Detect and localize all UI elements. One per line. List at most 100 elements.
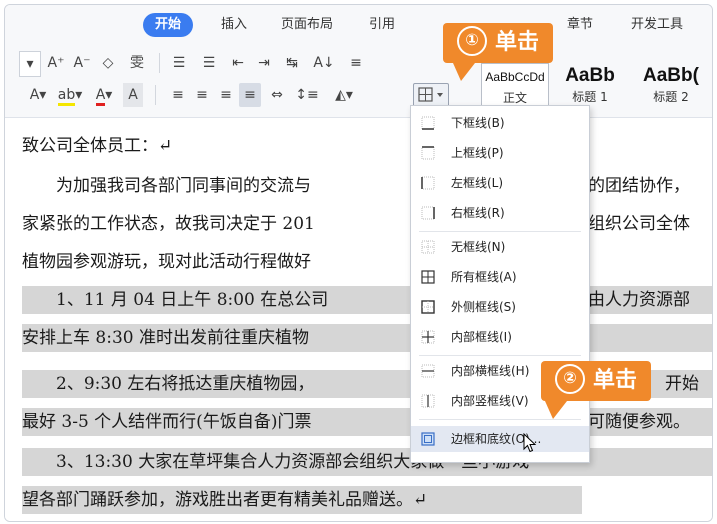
sort-icon[interactable]: A↓ bbox=[311, 51, 337, 75]
menu-item-label: 右框线(R) bbox=[451, 206, 505, 220]
shrink-font-icon[interactable]: A⁻ bbox=[71, 51, 93, 75]
menu-item-bottom-border[interactable]: 下框线(B) bbox=[411, 110, 589, 136]
pinyin-guide-icon[interactable]: 雯 bbox=[123, 51, 151, 75]
doc-line: 1、11 月 04 日上午 8:00 在总公司 bbox=[22, 290, 329, 310]
callout-step-1: ① 单击 bbox=[443, 23, 554, 63]
style-normal[interactable]: AaBbCcDd 正文 bbox=[481, 63, 549, 111]
menu-item-top-border[interactable]: 上框线(P) bbox=[411, 140, 589, 166]
font-size-dropdown[interactable]: ▾ bbox=[19, 51, 41, 77]
left-border-icon bbox=[421, 176, 435, 190]
right-border-icon bbox=[421, 206, 435, 220]
menu-item-label: 无框线(N) bbox=[451, 240, 506, 254]
step-number: ② bbox=[555, 364, 585, 394]
menu-item-borders-shading[interactable]: 边框和底纹(O)... bbox=[411, 426, 589, 452]
doc-line: 为加强我司各部门同事间的交流与 bbox=[22, 176, 311, 196]
align-right-icon[interactable]: ≡ bbox=[215, 83, 237, 107]
doc-line-fragment: 由人力资源部 bbox=[588, 290, 690, 310]
menu-item-label: 外侧框线(S) bbox=[451, 300, 516, 314]
align-left-icon[interactable]: ≡ bbox=[167, 83, 189, 107]
style-heading-1[interactable]: AaBb 标题 1 bbox=[555, 63, 625, 109]
outside-borders-icon bbox=[421, 300, 435, 314]
align-center-icon[interactable]: ≡ bbox=[191, 83, 213, 107]
distributed-icon[interactable]: ⇔ bbox=[265, 83, 289, 107]
paragraph-shading-icon[interactable]: ◭▾ bbox=[329, 83, 359, 107]
doc-line: 安排上车 8:30 准时出发前往重庆植物 bbox=[22, 328, 309, 348]
menu-divider bbox=[419, 231, 581, 232]
doc-line-fragment: 开始 bbox=[665, 374, 699, 394]
callout-step-2: ② 单击 bbox=[541, 361, 652, 401]
menu-item-label: 内部框线(I) bbox=[451, 330, 512, 344]
ribbon: 开始 插入 页面布局 引用 章节 开发工具 ▾ A⁺ A⁻ ◇ 雯 ☰ ☰ ⇤ … bbox=[5, 5, 712, 118]
top-border-icon bbox=[421, 146, 435, 160]
doc-line: 致公司全体员工：↵ bbox=[22, 136, 173, 156]
borders-dropdown-button[interactable] bbox=[413, 83, 449, 107]
menu-item-label: 上框线(P) bbox=[451, 146, 504, 160]
all-borders-icon bbox=[421, 270, 435, 284]
tab-references[interactable]: 引用 bbox=[369, 13, 395, 37]
callout-pointer bbox=[545, 401, 567, 419]
menu-item-label: 所有框线(A) bbox=[451, 270, 517, 284]
mouse-cursor-icon bbox=[523, 433, 537, 453]
doc-line: 望各部门踊跃参加，游戏胜出者更有精美礼品赠送。↵ bbox=[22, 490, 428, 510]
style-heading-2[interactable]: AaBb( 标题 2 bbox=[631, 63, 711, 109]
menu-item-label: 内部横框线(H) bbox=[451, 364, 530, 378]
chinese-layout-icon[interactable]: ↹ bbox=[279, 51, 305, 75]
menu-item-outside-borders[interactable]: 外侧框线(S) bbox=[411, 294, 589, 320]
text-effect-icon[interactable]: A▾ bbox=[25, 83, 51, 107]
tab-home[interactable]: 开始 bbox=[143, 13, 194, 37]
toolbar-row-1: ▾ A⁺ A⁻ ◇ 雯 ☰ ☰ ⇤ ⇥ ↹ A↓ ≡ bbox=[19, 51, 439, 77]
step-number: ① bbox=[457, 26, 487, 56]
menu-item-all-borders[interactable]: 所有框线(A) bbox=[411, 264, 589, 290]
tab-developer[interactable]: 开发工具 bbox=[631, 13, 683, 37]
inside-borders-icon bbox=[421, 330, 435, 344]
doc-line: 家紧张的工作状态，故我司决定于 201 bbox=[22, 214, 315, 234]
highlight-color-icon[interactable]: ab▾ bbox=[55, 83, 85, 107]
callout-pointer bbox=[453, 63, 475, 81]
app-window: 开始 插入 页面布局 引用 章节 开发工具 ▾ A⁺ A⁻ ◇ 雯 ☰ ☰ ⇤ … bbox=[4, 4, 713, 522]
char-shading-icon[interactable]: A bbox=[123, 83, 143, 107]
tab-insert[interactable]: 插入 bbox=[221, 13, 247, 37]
doc-line: 2、9:30 左右将抵达重庆植物园， bbox=[22, 374, 315, 394]
no-border-icon bbox=[421, 240, 435, 254]
style-preview: AaBbCcDd bbox=[485, 70, 545, 84]
separator bbox=[159, 53, 160, 73]
doc-line-fragment: 可随便参观。 bbox=[588, 412, 690, 432]
menu-item-label: 内部竖框线(V) bbox=[451, 394, 529, 408]
show-marks-icon[interactable]: ≡ bbox=[343, 51, 369, 75]
doc-line: 最好 3-5 个人结伴而行(午饭自备)门票 bbox=[22, 412, 312, 432]
bottom-border-icon bbox=[421, 116, 435, 130]
borders-icon bbox=[418, 87, 443, 102]
menu-item-no-border[interactable]: 无框线(N) bbox=[411, 234, 589, 260]
menu-item-left-border[interactable]: 左框线(L) bbox=[411, 170, 589, 196]
callout-text: 单击 bbox=[593, 368, 638, 393]
ribbon-tabs: 开始 插入 页面布局 引用 章节 开发工具 bbox=[5, 13, 712, 39]
borders-shading-icon bbox=[421, 432, 435, 446]
doc-line-fragment: 组织公司全体 bbox=[588, 214, 690, 234]
increase-indent-icon[interactable]: ⇥ bbox=[253, 51, 275, 75]
menu-item-label: 下框线(B) bbox=[451, 116, 505, 130]
menu-item-right-border[interactable]: 右框线(R) bbox=[411, 200, 589, 226]
tab-page-layout[interactable]: 页面布局 bbox=[281, 13, 333, 37]
menu-item-inside-borders[interactable]: 内部框线(I) bbox=[411, 324, 589, 350]
callout-text: 单击 bbox=[495, 30, 540, 55]
line-spacing-icon[interactable]: ↕≡ bbox=[293, 83, 321, 107]
tab-chapter[interactable]: 章节 bbox=[567, 13, 593, 37]
toolbar-row-2: A▾ ab▾ A▾ A ≡ ≡ ≡ ≡ ⇔ ↕≡ ◭▾ bbox=[19, 83, 419, 109]
bullet-list-icon[interactable]: ☰ bbox=[167, 51, 191, 75]
inside-vertical-border-icon bbox=[421, 394, 435, 408]
grow-font-icon[interactable]: A⁺ bbox=[45, 51, 67, 75]
justify-icon[interactable]: ≡ bbox=[239, 83, 261, 107]
document-page[interactable]: 致公司全体员工：↵ 为加强我司各部门同事间的交流与 家紧张的工作状态，故我司决定… bbox=[5, 118, 712, 521]
doc-line: 植物园参观游玩，现对此活动行程做好 bbox=[22, 252, 311, 272]
inside-horizontal-border-icon bbox=[421, 364, 435, 378]
clear-format-icon[interactable]: ◇ bbox=[97, 51, 119, 75]
menu-divider bbox=[419, 355, 581, 356]
font-color-icon[interactable]: A▾ bbox=[91, 83, 117, 107]
style-label: 标题 1 bbox=[572, 90, 608, 104]
style-label: 正文 bbox=[502, 91, 527, 105]
decrease-indent-icon[interactable]: ⇤ bbox=[227, 51, 249, 75]
menu-divider bbox=[419, 419, 581, 420]
numbered-list-icon[interactable]: ☰ bbox=[197, 51, 221, 75]
menu-item-label: 左框线(L) bbox=[451, 176, 504, 190]
style-label: 标题 2 bbox=[653, 90, 689, 104]
